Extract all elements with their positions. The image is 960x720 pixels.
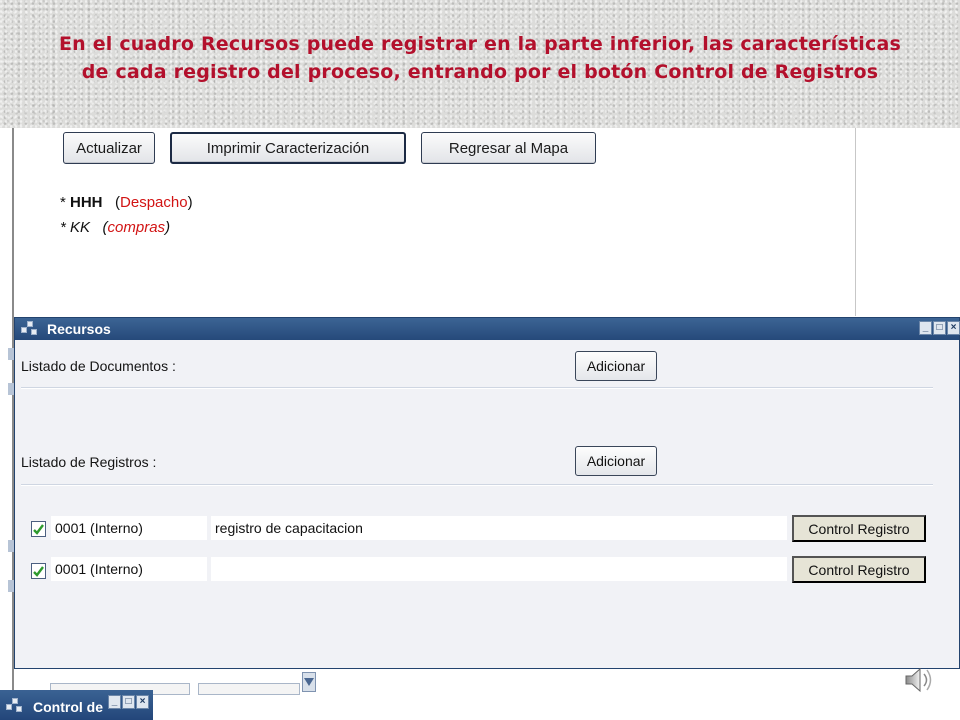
recursos-window: Recursos _ □ × Listado de Documentos : A…	[14, 317, 960, 669]
registro-code-field[interactable]: 0001 (Interno)	[51, 516, 207, 540]
process-bullet: *	[60, 194, 71, 211]
maximize-icon[interactable]: □	[933, 321, 946, 335]
registro-checkbox[interactable]	[31, 563, 46, 579]
actualizar-button[interactable]: Actualizar	[63, 132, 155, 164]
process-bullet: *	[60, 219, 71, 236]
recursos-titlebar[interactable]: Recursos _ □ ×	[15, 318, 960, 340]
window-menu-icon[interactable]	[6, 698, 24, 714]
close-icon[interactable]: ×	[136, 695, 149, 709]
recursos-title: Recursos	[47, 321, 111, 337]
registro-checkbox[interactable]	[31, 521, 46, 537]
minimize-icon[interactable]: _	[108, 695, 121, 709]
process-name: HHH	[70, 194, 103, 211]
scroll-down-arrow-icon[interactable]	[302, 672, 316, 692]
divider	[21, 387, 933, 389]
instruction-banner: En el cuadro Recursos puede registrar en…	[0, 0, 960, 128]
process-name: KK	[70, 219, 91, 236]
documentos-label: Listado de Documentos :	[21, 358, 176, 374]
divider	[21, 484, 933, 486]
registro-description-field[interactable]	[211, 557, 787, 581]
process-item[interactable]: * KK (compras)	[60, 219, 170, 236]
registros-label: Listado de Registros :	[21, 454, 157, 470]
banner-line-2: de cada registro del proceso, entrando p…	[81, 61, 879, 83]
checkmark-icon	[33, 565, 44, 577]
maximize-icon[interactable]: □	[122, 695, 135, 709]
page-left-edge	[0, 128, 14, 720]
process-area: Despacho	[120, 194, 188, 211]
registro-code-field[interactable]: 0001 (Interno)	[51, 557, 207, 581]
checkmark-icon	[33, 523, 44, 535]
banner-line-1: En el cuadro Recursos puede registrar en…	[58, 33, 902, 55]
process-area: compras	[107, 219, 166, 236]
minimize-icon[interactable]: _	[919, 321, 932, 335]
control-registro-button[interactable]: Control Registro	[792, 515, 926, 542]
registro-description-field[interactable]: registro de capacitacion	[211, 516, 787, 540]
adicionar-documento-button[interactable]: Adicionar	[575, 351, 657, 381]
control-window-titlebar[interactable]: Control de _ □ ×	[0, 690, 153, 720]
partial-input[interactable]	[198, 683, 300, 695]
close-icon[interactable]: ×	[947, 321, 960, 335]
imprimir-caracterizacion-button[interactable]: Imprimir Caracterización	[170, 132, 406, 164]
regresar-mapa-button[interactable]: Regresar al Mapa	[421, 132, 596, 164]
window-menu-icon[interactable]	[21, 321, 39, 337]
process-item[interactable]: * HHH (Despacho)	[60, 194, 193, 211]
control-window-title: Control de	[33, 699, 103, 715]
adicionar-registro-button[interactable]: Adicionar	[575, 446, 657, 476]
content-right-border	[855, 128, 856, 316]
speaker-icon[interactable]	[900, 662, 936, 698]
control-registro-button[interactable]: Control Registro	[792, 556, 926, 583]
